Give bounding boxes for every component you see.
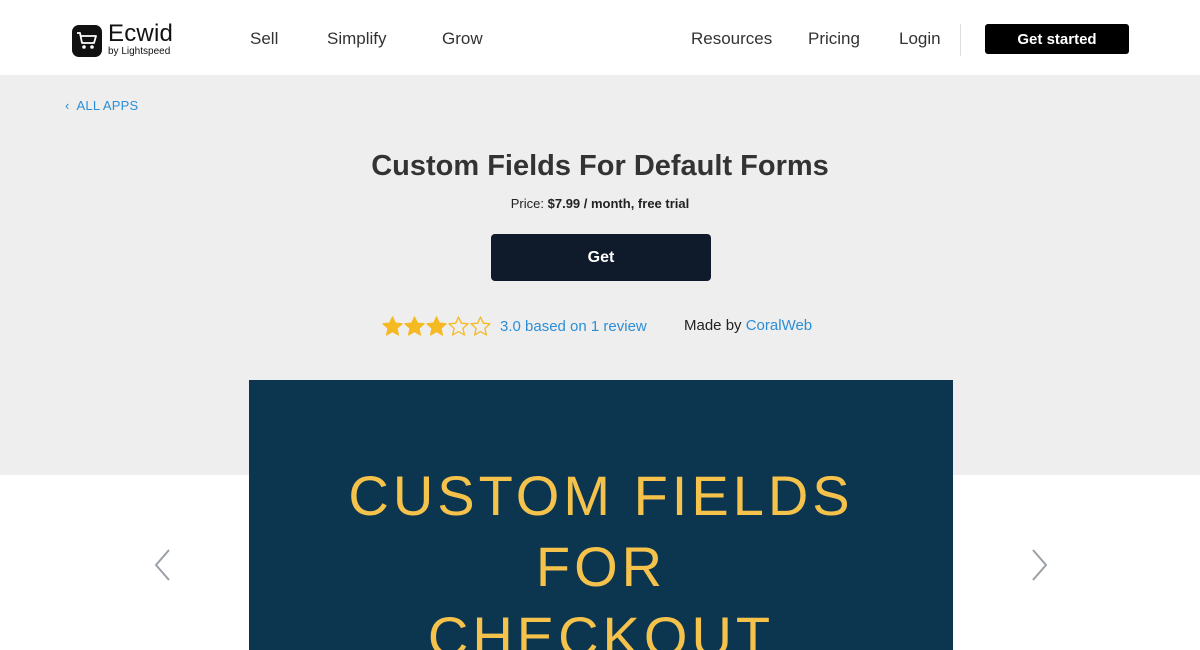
made-by: Made by CoralWeb <box>684 317 812 334</box>
page-title: Custom Fields For Default Forms <box>371 150 829 182</box>
rating-stars <box>382 315 492 337</box>
nav-grow[interactable]: Grow <box>442 29 483 49</box>
ecwid-logo[interactable]: Ecwid by Lightspeed <box>72 20 174 57</box>
price-label: Price: <box>510 196 544 211</box>
slide-text-line: CHECKOUT <box>427 605 775 650</box>
nav-resources[interactable]: Resources <box>691 29 772 49</box>
chevron-left-small-icon: ‹ <box>65 98 70 113</box>
nav-sell[interactable]: Sell <box>250 29 278 49</box>
nav-login[interactable]: Login <box>899 29 941 49</box>
star-filled-icon <box>426 315 447 336</box>
slide-text-line: FOR <box>535 535 667 598</box>
get-started-button[interactable]: Get started <box>985 24 1129 54</box>
screenshot-slide: CUSTOM FIELDS FOR CHECKOUT <box>249 380 953 650</box>
price-line: Price: $7.99 / month, free trial <box>0 196 1200 211</box>
chevron-left-icon[interactable] <box>151 547 175 583</box>
logo-name: Ecwid <box>108 20 174 47</box>
cart-logo-icon <box>72 24 102 57</box>
all-apps-link[interactable]: ‹ ALL APPS <box>65 98 138 113</box>
nav-simplify[interactable]: Simplify <box>327 29 387 49</box>
star-empty-icon <box>470 315 491 336</box>
logo-subtitle: by Lightspeed <box>108 46 171 57</box>
price-value: $7.99 / month, free trial <box>547 196 690 211</box>
star-empty-icon <box>448 315 469 336</box>
rating: 3.0 based on 1 review <box>382 314 647 338</box>
all-apps-label: ALL APPS <box>76 98 139 113</box>
star-filled-icon <box>382 315 403 336</box>
site-header: Ecwid by Lightspeed Sell Simplify Grow R… <box>0 0 1200 75</box>
get-app-button[interactable]: Get <box>491 234 711 281</box>
slide-text-line: CUSTOM FIELDS <box>348 464 854 527</box>
rating-review-link[interactable]: 3.0 based on 1 review <box>500 318 647 335</box>
made-by-label: Made by <box>684 317 742 334</box>
author-link[interactable]: CoralWeb <box>746 317 812 334</box>
chevron-right-icon[interactable] <box>1027 547 1051 583</box>
star-filled-icon <box>404 315 425 336</box>
nav-divider <box>960 24 961 56</box>
nav-pricing[interactable]: Pricing <box>808 29 860 49</box>
